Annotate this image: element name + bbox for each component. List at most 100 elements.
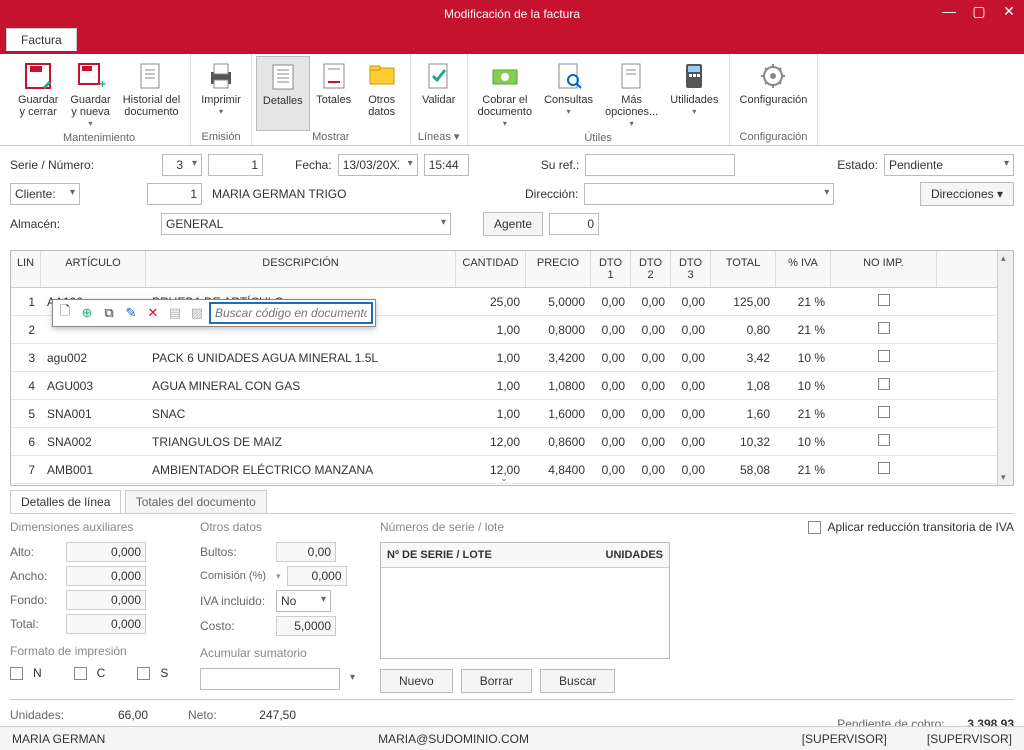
subtab-detalles[interactable]: Detalles de línea xyxy=(10,490,121,513)
copy-row-icon[interactable]: ⧉ xyxy=(99,303,119,323)
guardar-y-cerrar-icon xyxy=(22,60,54,92)
direcciones-button[interactable]: Direcciones ▾ xyxy=(920,182,1014,206)
agente-button[interactable]: Agente xyxy=(483,212,543,236)
dim-header: Dimensiones auxiliares xyxy=(10,520,180,534)
delete-row-icon[interactable]: ✕ xyxy=(143,303,163,323)
iva-select[interactable] xyxy=(276,590,331,612)
nuevo-button[interactable]: Nuevo xyxy=(380,669,453,693)
expand-icon[interactable]: ⌄ xyxy=(11,472,997,485)
col-header[interactable]: DESCRIPCIÓN xyxy=(146,251,456,287)
ribbon-cobrar-el-documento[interactable]: Cobrar eldocumento▾ xyxy=(472,56,538,132)
almacen-label: Almacén: xyxy=(10,217,155,231)
ribbon-detalles[interactable]: Detalles xyxy=(256,56,310,131)
image-icon[interactable]: ▨ xyxy=(187,303,207,323)
col-header[interactable]: DTO 1 xyxy=(591,251,631,287)
table-row[interactable]: 4AGU003AGUA MINERAL CON GAS1,001,08000,0… xyxy=(11,372,1013,400)
noimp-checkbox[interactable] xyxy=(878,294,890,306)
table-row[interactable]: 6SNA002TRIANGULOS DE MAIZ12,000,86000,00… xyxy=(11,428,1013,456)
serie-input[interactable] xyxy=(162,154,202,176)
row-toolbar: 🗋 ⊕ ⧉ ✎ ✕ ▤ ▨ xyxy=(52,299,376,327)
maximize-icon[interactable]: ▢ xyxy=(964,0,994,22)
svg-text:+: + xyxy=(99,77,106,91)
utilidades-icon xyxy=(678,60,710,92)
add-row-icon[interactable]: ⊕ xyxy=(77,303,97,323)
ribbon-guardar-y-nueva[interactable]: +Guardary nueva▾ xyxy=(64,56,116,132)
chevron-down-icon: ▾ xyxy=(630,119,634,128)
buscar-button[interactable]: Buscar xyxy=(540,669,615,693)
noimp-checkbox[interactable] xyxy=(878,322,890,334)
n-checkbox[interactable] xyxy=(10,667,23,680)
col-header[interactable]: NO IMP. xyxy=(831,251,937,287)
borrar-button[interactable]: Borrar xyxy=(461,669,532,693)
edit-row-icon[interactable]: ✎ xyxy=(121,303,141,323)
agente-input[interactable] xyxy=(549,213,599,235)
table-row[interactable]: 5SNA001SNAC1,001,60000,000,000,001,6021 … xyxy=(11,400,1013,428)
ribbon-configuraci-n[interactable]: Configuración xyxy=(734,56,814,131)
ribbon: Guardary cerrar+Guardary nueva▾Historial… xyxy=(0,54,1024,146)
ribbon-otros-datos[interactable]: Otrosdatos xyxy=(358,56,406,131)
almacen-select[interactable] xyxy=(161,213,451,235)
ribbon-imprimir[interactable]: Imprimir▾ xyxy=(195,56,247,131)
noimp-checkbox[interactable] xyxy=(878,434,890,446)
ribbon-m-s-opciones-[interactable]: Másopciones...▾ xyxy=(599,56,664,132)
validar-icon xyxy=(423,60,455,92)
cliente-label-select[interactable] xyxy=(10,183,80,205)
ancho-input[interactable] xyxy=(66,566,146,586)
ribbon-utilidades[interactable]: Utilidades▾ xyxy=(664,56,724,132)
s-checkbox[interactable] xyxy=(137,667,150,680)
estado-select[interactable] xyxy=(884,154,1014,176)
fecha-input[interactable] xyxy=(338,154,418,176)
fondo-input[interactable] xyxy=(66,590,146,610)
ribbon-totales[interactable]: Totales xyxy=(310,56,358,131)
acum-select[interactable] xyxy=(200,668,340,690)
historial-del-documento-icon xyxy=(135,60,167,92)
col-header[interactable]: LIN xyxy=(11,251,41,287)
cliente-num-input[interactable] xyxy=(147,183,202,205)
col-header[interactable]: DTO 2 xyxy=(631,251,671,287)
ribbon-historial-del-documento[interactable]: Historial deldocumento xyxy=(117,56,186,132)
aplicar-iva-checkbox[interactable] xyxy=(808,521,821,534)
costo-input[interactable] xyxy=(276,616,336,636)
title-bar: Modificación de la factura — ▢ ✕ xyxy=(0,0,1024,28)
suref-input[interactable] xyxy=(585,154,735,176)
numero-input[interactable] xyxy=(208,154,263,176)
totales-icon xyxy=(318,60,350,92)
m-s-opciones--icon xyxy=(616,60,648,92)
form-icon[interactable]: ▤ xyxy=(165,303,185,323)
col-header[interactable]: DTO 3 xyxy=(671,251,711,287)
otros-datos-icon xyxy=(366,60,398,92)
noimp-checkbox[interactable] xyxy=(878,350,890,362)
col-header[interactable]: CANTIDAD xyxy=(456,251,526,287)
c-checkbox[interactable] xyxy=(74,667,87,680)
direccion-label: Dirección: xyxy=(525,187,578,201)
serial-table: Nº DE SERIE / LOTE UNIDADES xyxy=(380,542,670,659)
grid-scrollbar[interactable] xyxy=(997,251,1013,485)
subtab-totales[interactable]: Totales del documento xyxy=(125,490,267,513)
cobrar-el-documento-icon xyxy=(489,60,521,92)
noimp-checkbox[interactable] xyxy=(878,378,890,390)
bultos-input[interactable] xyxy=(276,542,336,562)
search-code-input[interactable] xyxy=(209,302,373,324)
comision-input[interactable] xyxy=(287,566,347,586)
col-header[interactable]: PRECIO xyxy=(526,251,591,287)
otros-header: Otros datos xyxy=(200,520,360,534)
total-dim-input[interactable] xyxy=(66,614,146,634)
noimp-checkbox[interactable] xyxy=(878,406,890,418)
line-grid: LINARTÍCULODESCRIPCIÓNCANTIDADPRECIODTO … xyxy=(10,250,1014,486)
ribbon-guardar-y-cerrar[interactable]: Guardary cerrar xyxy=(12,56,64,132)
hora-input[interactable] xyxy=(424,154,469,176)
col-header[interactable]: TOTAL xyxy=(711,251,776,287)
ribbon-validar[interactable]: Validar xyxy=(415,56,463,130)
new-row-icon[interactable]: 🗋 xyxy=(55,303,75,323)
col-header[interactable]: ARTÍCULO xyxy=(41,251,146,287)
tab-factura[interactable]: Factura xyxy=(6,28,77,51)
tab-strip: Factura xyxy=(0,28,1024,54)
col-header[interactable]: % IVA xyxy=(776,251,831,287)
chevron-down-icon: ▾ xyxy=(503,119,507,128)
minimize-icon[interactable]: — xyxy=(934,0,964,22)
direccion-select[interactable] xyxy=(584,183,834,205)
table-row[interactable]: 3agu002PACK 6 UNIDADES AGUA MINERAL 1.5L… xyxy=(11,344,1013,372)
ribbon-consultas[interactable]: Consultas▾ xyxy=(538,56,599,132)
alto-input[interactable] xyxy=(66,542,146,562)
close-icon[interactable]: ✕ xyxy=(994,0,1024,22)
